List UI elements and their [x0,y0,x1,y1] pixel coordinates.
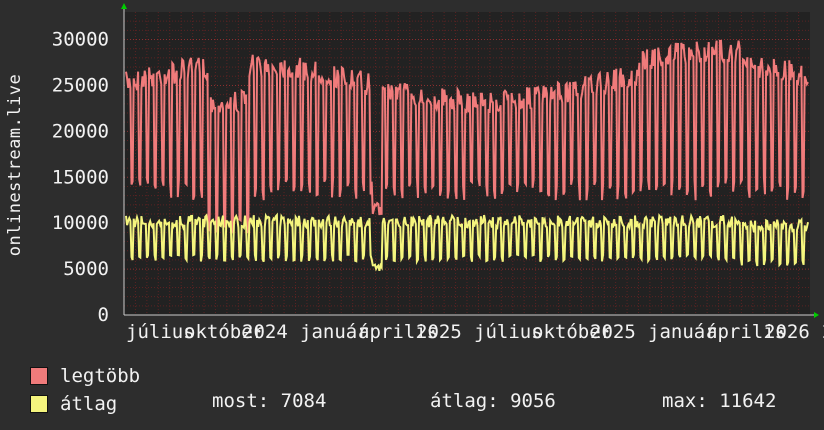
legend-swatch-max [30,367,48,385]
x-tick-label: 2026 [764,321,810,343]
y-tick-label: 20000 [52,120,109,142]
y-axis-label: onlinestream.live [5,73,25,257]
x-tick-label: 2025 [590,321,636,343]
y-tick-label: 10000 [52,212,109,234]
y-tick-label: 5000 [63,258,109,280]
y-tick-label: 30000 [52,29,109,51]
y-tick-label: 0 [98,304,109,326]
y-axis-arrow [121,3,127,9]
legend-label-max: legtöbb [60,365,141,387]
x-tick-label: 2024 [242,321,288,343]
y-tick-label: 15000 [52,166,109,188]
y-tick-label: 25000 [52,74,109,96]
stat-max: max: 11642 [662,390,777,412]
stat-current: most: 7084 [212,390,327,412]
line-chart: 050001000015000200002500030000júliusoktó… [52,3,824,343]
x-axis-arrow [814,312,819,318]
legend-swatch-avg [30,395,48,413]
x-tick-label: 2025 [416,321,462,343]
legend: legtöbb átlag [30,362,140,418]
stat-average: átlag: 9056 [430,390,556,412]
legend-label-avg: átlag [60,393,118,415]
legend-item-avg: átlag [30,390,140,418]
legend-item-max: legtöbb [30,362,140,390]
